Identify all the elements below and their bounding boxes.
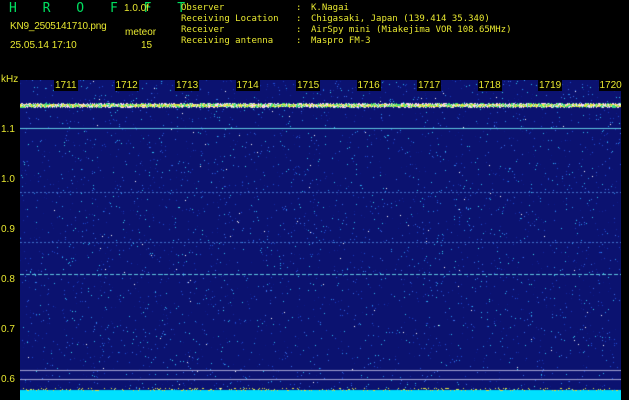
separator: : <box>296 14 302 24</box>
header-panel: H R O F F T 1.0.0f KN9_2505141710.png 25… <box>0 0 629 72</box>
x-tick-label: 1713 <box>175 80 200 91</box>
app-title: H R O F F T <box>9 1 195 16</box>
y-tick-label: 0.7 <box>1 324 15 335</box>
y-tick-label: 0.6 <box>1 374 15 385</box>
observer-value: K.Nagai <box>311 3 349 13</box>
file-name: KN9_2505141710.png <box>10 21 107 32</box>
spectrogram-canvas <box>20 80 621 400</box>
separator: : <box>296 3 302 13</box>
y-tick-label: 0.9 <box>1 224 15 235</box>
version-label: 1.0.0f <box>124 3 150 14</box>
x-tick-label: 1711 <box>54 80 78 91</box>
x-tick-label: 1718 <box>477 80 502 91</box>
y-axis-unit: kHz <box>1 74 19 85</box>
x-tick-label: 1716 <box>356 80 381 91</box>
x-tick-label: 1715 <box>296 80 321 91</box>
x-tick-label: 1712 <box>114 80 139 91</box>
observer-row: Observer: K.Nagai <box>181 3 511 14</box>
x-tick-label: 1719 <box>538 80 563 91</box>
meteor-count: 15 <box>141 40 153 51</box>
x-tick-label: 1720 <box>598 80 623 91</box>
location-row: Receiving Location: Chigasaki, Japan (139… <box>181 14 511 25</box>
right-border <box>621 72 629 400</box>
location-label: Receiving Location <box>181 14 279 24</box>
antenna-label: Receiving antenna <box>181 36 274 46</box>
separator: : <box>296 25 302 35</box>
time-axis-band <box>20 72 621 80</box>
receiver-value: AirSpy mini (Miakejima VOR 108.65MHz) <box>311 25 512 35</box>
location-value: Chigasaki, Japan (139.414 35.340) <box>311 14 490 24</box>
x-tick-label: 1717 <box>417 80 442 91</box>
observer-label: Observer <box>181 3 225 13</box>
y-tick-label: 1.0 <box>1 174 15 185</box>
meteor-label: meteor <box>125 27 157 38</box>
antenna-row: Receiving antenna: Maspro FM-3 <box>181 36 511 47</box>
receiver-row: Receiver: AirSpy mini (Miakejima VOR 108.… <box>181 25 511 36</box>
station-info: Observer: K.Nagai Receiving Location: Chig… <box>181 3 511 47</box>
receiver-label: Receiver <box>181 25 225 35</box>
y-tick-label: 0.8 <box>1 274 15 285</box>
timestamp: 25.05.14 17:10 <box>10 40 77 51</box>
x-tick-label: 1714 <box>235 80 260 91</box>
spectrogram <box>20 80 621 400</box>
antenna-value: Maspro FM-3 <box>311 36 371 46</box>
separator: : <box>296 36 302 46</box>
y-tick-label: 1.1 <box>1 124 15 135</box>
